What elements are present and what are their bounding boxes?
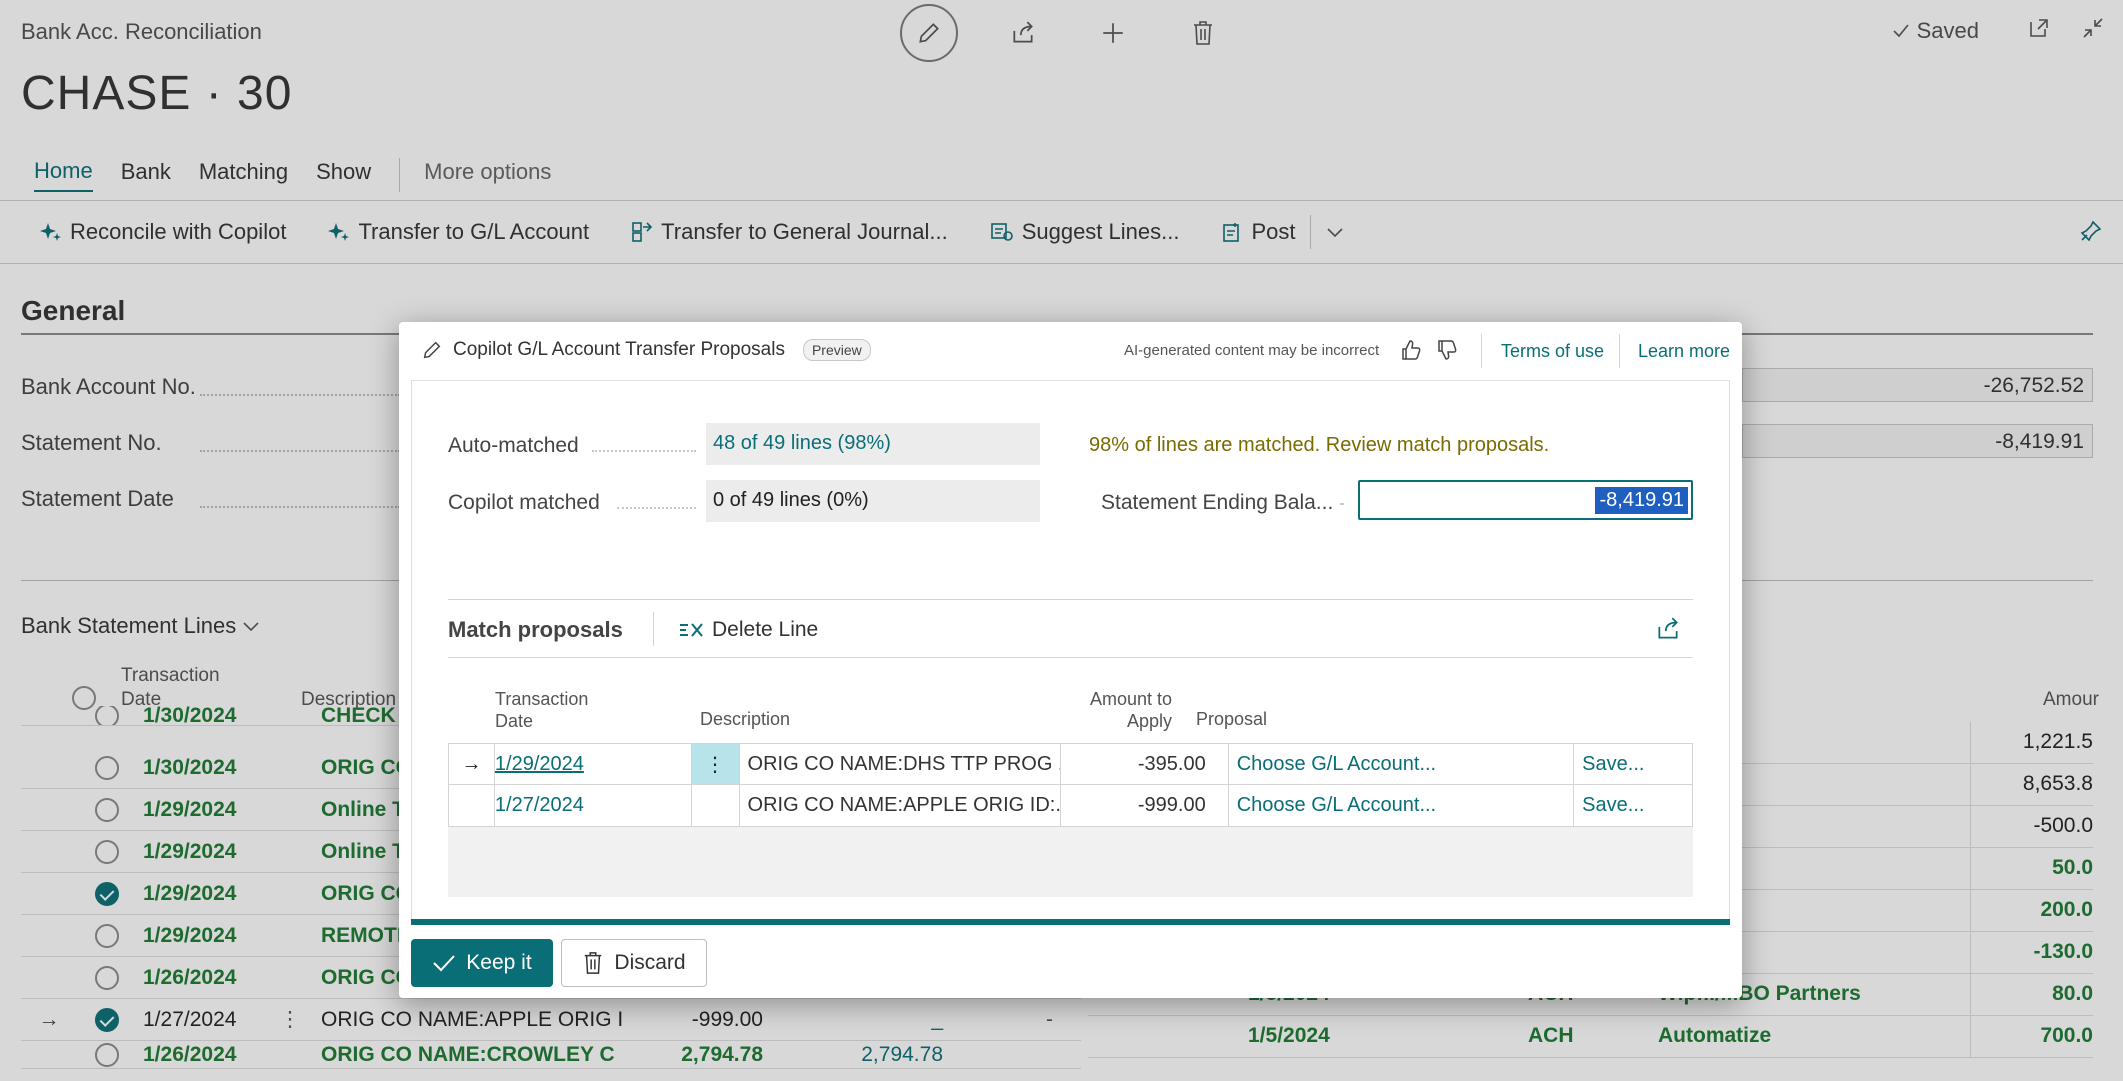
section-divider — [448, 599, 1693, 600]
choose-gl-account-link[interactable]: Choose G/L Account... — [1229, 785, 1575, 826]
checkmark-icon — [433, 955, 456, 972]
table-row[interactable]: → 1/29/2024 ⋮ ORIG CO NAME:DHS TTP PROG … — [448, 743, 1693, 785]
table-empty-area — [448, 827, 1693, 897]
pencil-icon — [423, 341, 441, 359]
row-amount: -999.00 — [1061, 785, 1229, 826]
delete-line-button[interactable]: Delete Line — [678, 618, 818, 642]
keep-it-label: Keep it — [466, 951, 532, 974]
auto-matched-label: Auto-matched — [448, 434, 579, 457]
dialog-title-text: Copilot G/L Account Transfer Proposals — [453, 339, 785, 360]
row-description: ORIG CO NAME:DHS TTP PROG ... — [740, 744, 1061, 784]
discard-button[interactable]: Discard — [561, 939, 707, 987]
current-row-arrow-icon: → — [449, 744, 495, 784]
save-link[interactable]: Save... — [1574, 785, 1692, 826]
match-proposals-table: → 1/29/2024 ⋮ ORIG CO NAME:DHS TTP PROG … — [448, 743, 1693, 897]
statement-ending-balance-label: Statement Ending Bala... — [1101, 491, 1334, 514]
ai-disclaimer: AI-generated content may be incorrect — [1124, 342, 1380, 359]
dialog-header: Copilot G/L Account Transfer Proposals P… — [399, 322, 1742, 380]
field-dots — [592, 450, 696, 452]
field-dots — [617, 507, 696, 509]
section-divider — [448, 657, 1693, 658]
copilot-matched-value: 0 of 49 lines (0%) — [706, 480, 1040, 522]
dialog-footer-accent — [411, 919, 1730, 925]
row-description: ORIG CO NAME:APPLE ORIG ID:... — [740, 785, 1061, 826]
column-header-description[interactable]: Description — [700, 708, 790, 730]
trash-icon — [585, 952, 602, 974]
match-proposals-title: Match proposals — [448, 617, 623, 642]
row-date-link[interactable]: 1/27/2024 — [495, 794, 584, 817]
discard-label: Discard — [614, 951, 686, 974]
column-header-proposal[interactable]: Proposal — [1196, 708, 1267, 730]
thumbs-up-icon[interactable] — [1399, 338, 1423, 362]
row-date-link[interactable]: 1/29/2024 — [495, 753, 584, 776]
save-link[interactable]: Save... — [1574, 744, 1692, 784]
column-header-transaction-date[interactable]: Transaction Date — [495, 688, 605, 732]
share-icon[interactable] — [1655, 616, 1681, 642]
statement-ending-balance-input[interactable]: -8,419.91 — [1358, 480, 1693, 520]
table-row[interactable]: 1/27/2024 ORIG CO NAME:APPLE ORIG ID:...… — [448, 785, 1693, 827]
match-warning: 98% of lines are matched. Review match p… — [1089, 434, 1550, 456]
delete-line-label: Delete Line — [712, 618, 819, 641]
thumbs-down-icon[interactable] — [1435, 338, 1459, 362]
feedback-buttons — [1399, 338, 1459, 362]
learn-more-link[interactable]: Learn more — [1638, 341, 1730, 362]
keep-it-button[interactable]: Keep it — [411, 939, 553, 987]
auto-matched-value[interactable]: 48 of 49 lines (98%) — [706, 423, 1040, 465]
preview-badge: Preview — [802, 339, 871, 361]
terms-of-use-link[interactable]: Terms of use — [1501, 341, 1604, 362]
choose-gl-account-link[interactable]: Choose G/L Account... — [1229, 744, 1575, 784]
field-dots — [1340, 503, 1344, 505]
section-separator — [653, 612, 654, 646]
row-amount: -395.00 — [1061, 744, 1229, 784]
header-separator — [1619, 334, 1620, 368]
column-header-amount-to-apply[interactable]: Amount to Apply — [1062, 688, 1172, 732]
delete-line-icon — [680, 623, 703, 637]
statement-ending-balance-value: -8,419.91 — [1595, 487, 1688, 514]
row-menu-icon[interactable]: ⋮ — [691, 744, 740, 784]
header-separator — [1481, 334, 1482, 368]
dialog-title: Copilot G/L Account Transfer Proposals P… — [421, 339, 871, 361]
copilot-matched-label: Copilot matched — [448, 491, 600, 514]
